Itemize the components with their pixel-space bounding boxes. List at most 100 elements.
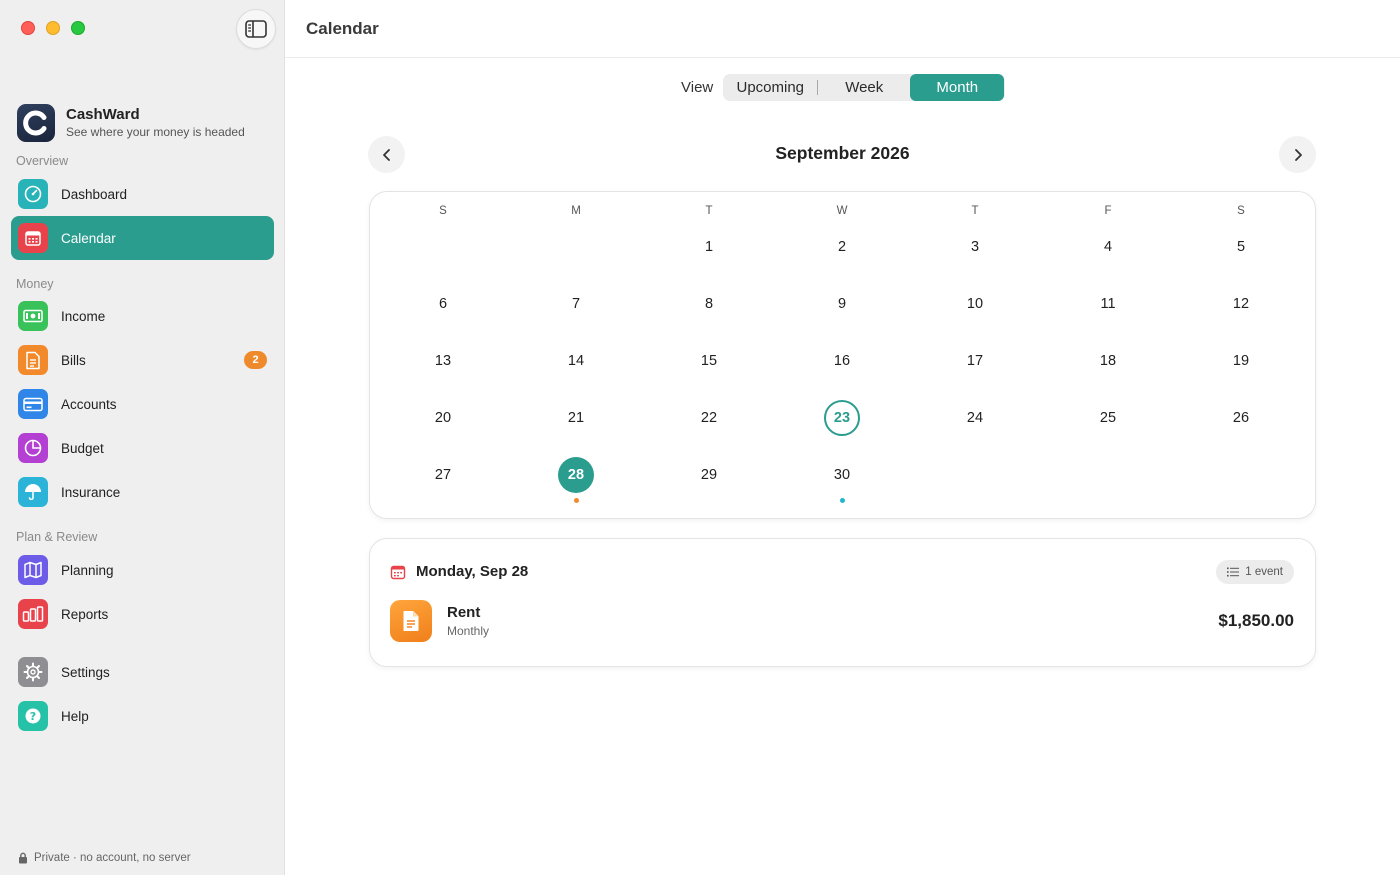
- calendar-day[interactable]: 9: [824, 286, 860, 322]
- day-detail-header: Monday, Sep 28: [390, 563, 528, 580]
- sidebar-item-bills[interactable]: Bills 2: [11, 338, 274, 382]
- sidebar-item-help[interactable]: ? Help: [11, 694, 274, 738]
- section-label-plan-review: Plan & Review: [16, 530, 98, 544]
- event-name: Rent: [447, 604, 481, 621]
- calendar-day[interactable]: 27: [425, 457, 461, 493]
- gear-icon: [18, 657, 48, 687]
- window-controls: [21, 21, 85, 35]
- weekday-header: S: [439, 205, 447, 217]
- calendar-day[interactable]: 6: [425, 286, 461, 322]
- bills-count-badge: 2: [244, 351, 267, 369]
- app-name: CashWard: [66, 106, 140, 123]
- calendar-day[interactable]: 4: [1090, 229, 1126, 265]
- calendar-day[interactable]: 7: [558, 286, 594, 322]
- svg-text:?: ?: [30, 710, 36, 723]
- sidebar-item-settings[interactable]: Settings: [11, 650, 274, 694]
- month-title: September 2026: [775, 143, 910, 163]
- calendar-day-selected[interactable]: 28: [558, 457, 594, 493]
- close-window-button[interactable]: [21, 21, 35, 35]
- calendar-day[interactable]: 11: [1090, 286, 1126, 322]
- calendar-day[interactable]: 26: [1223, 400, 1259, 436]
- sidebar-item-accounts[interactable]: Accounts: [11, 382, 274, 426]
- calendar-card: S M T W T F S 1 2 3 4 5 6 7 8 9 10 11 12 13 14 15 16 17 18 19 20 21…: [369, 191, 1316, 519]
- next-month-button[interactable]: [1279, 136, 1316, 173]
- calendar-day[interactable]: 1: [691, 229, 727, 265]
- calendar-day-today[interactable]: 23: [824, 400, 860, 436]
- sidebar-toggle-icon: [245, 20, 267, 38]
- sidebar-item-budget[interactable]: Budget: [11, 426, 274, 470]
- question-icon: ?: [18, 701, 48, 731]
- minimize-window-button[interactable]: [46, 21, 60, 35]
- lock-icon: [19, 852, 27, 864]
- event-frequency: Monthly: [447, 624, 490, 638]
- calendar-icon: [390, 565, 406, 579]
- day-detail-card: Monday, Sep 28 1 event Rent Monthly $1,8…: [369, 538, 1316, 667]
- sidebar-item-reports[interactable]: Reports: [11, 592, 274, 636]
- sidebar-item-label: Reports: [61, 606, 109, 622]
- app-logo-icon: [17, 104, 55, 142]
- event-count-badge: 1 event: [1216, 560, 1294, 584]
- sidebar-item-label: Budget: [61, 440, 104, 456]
- calendar-day[interactable]: 17: [957, 343, 993, 379]
- month-navigation: September 2026: [285, 0, 1400, 200]
- brand: CashWard See where your money is headed: [17, 104, 245, 142]
- calendar-day[interactable]: 8: [691, 286, 727, 322]
- event-count-label: 1 event: [1245, 566, 1283, 578]
- event-indicator-dot: [573, 498, 579, 503]
- section-label-money: Money: [16, 277, 54, 291]
- calendar-day[interactable]: 19: [1223, 343, 1259, 379]
- calendar-day[interactable]: 29: [691, 457, 727, 493]
- sidebar-item-label: Income: [61, 308, 106, 324]
- weekday-header: S: [1237, 205, 1245, 217]
- credit-card-icon: [18, 389, 48, 419]
- sidebar-item-label: Settings: [61, 664, 110, 680]
- sidebar-item-insurance[interactable]: Insurance: [11, 470, 274, 514]
- map-icon: [18, 555, 48, 585]
- weekday-header: T: [971, 205, 979, 217]
- sidebar-item-label: Accounts: [61, 396, 117, 412]
- calendar-icon: [18, 223, 48, 253]
- zoom-window-button[interactable]: [71, 21, 85, 35]
- bar-chart-icon: [18, 599, 48, 629]
- calendar-day[interactable]: 25: [1090, 400, 1126, 436]
- calendar-day[interactable]: 15: [691, 343, 727, 379]
- sidebar-item-label: Planning: [61, 562, 114, 578]
- sidebar-item-dashboard[interactable]: Dashboard: [11, 172, 274, 216]
- sidebar-item-label: Help: [61, 708, 89, 724]
- umbrella-icon: [18, 477, 48, 507]
- privacy-text: Private · no account, no server: [34, 852, 191, 864]
- calendar-day[interactable]: 20: [425, 400, 461, 436]
- sidebar-item-label: Dashboard: [61, 186, 128, 202]
- sidebar-item-label: Insurance: [61, 484, 121, 500]
- document-icon: [18, 345, 48, 375]
- calendar-day[interactable]: 14: [558, 343, 594, 379]
- weekday-header: W: [836, 205, 848, 217]
- sidebar-item-planning[interactable]: Planning: [11, 548, 274, 592]
- selected-date-label: Monday, Sep 28: [416, 563, 529, 580]
- calendar-day[interactable]: 5: [1223, 229, 1259, 265]
- weekday-header: F: [1104, 205, 1112, 217]
- sidebar-item-label: Calendar: [61, 230, 116, 246]
- calendar-day[interactable]: 21: [558, 400, 594, 436]
- banknote-icon: [18, 301, 48, 331]
- event-indicator-dot: [839, 498, 845, 503]
- sidebar-item-calendar[interactable]: Calendar: [11, 216, 274, 260]
- sidebar-toggle-button[interactable]: [236, 9, 276, 49]
- calendar-day[interactable]: 13: [425, 343, 461, 379]
- calendar-day[interactable]: 16: [824, 343, 860, 379]
- calendar-day[interactable]: 30: [824, 457, 860, 493]
- calendar-day[interactable]: 24: [957, 400, 993, 436]
- calendar-day[interactable]: 10: [957, 286, 993, 322]
- sidebar-item-income[interactable]: Income: [11, 294, 274, 338]
- document-icon: [390, 600, 432, 642]
- event-amount: $1,850.00: [1218, 611, 1294, 630]
- pie-chart-icon: [18, 433, 48, 463]
- section-label-overview: Overview: [16, 154, 69, 168]
- calendar-day[interactable]: 3: [957, 229, 993, 265]
- weekday-header: M: [571, 205, 581, 217]
- calendar-day[interactable]: 2: [824, 229, 860, 265]
- calendar-day[interactable]: 22: [691, 400, 727, 436]
- calendar-day[interactable]: 12: [1223, 286, 1259, 322]
- list-icon: [1227, 567, 1240, 577]
- calendar-day[interactable]: 18: [1090, 343, 1126, 379]
